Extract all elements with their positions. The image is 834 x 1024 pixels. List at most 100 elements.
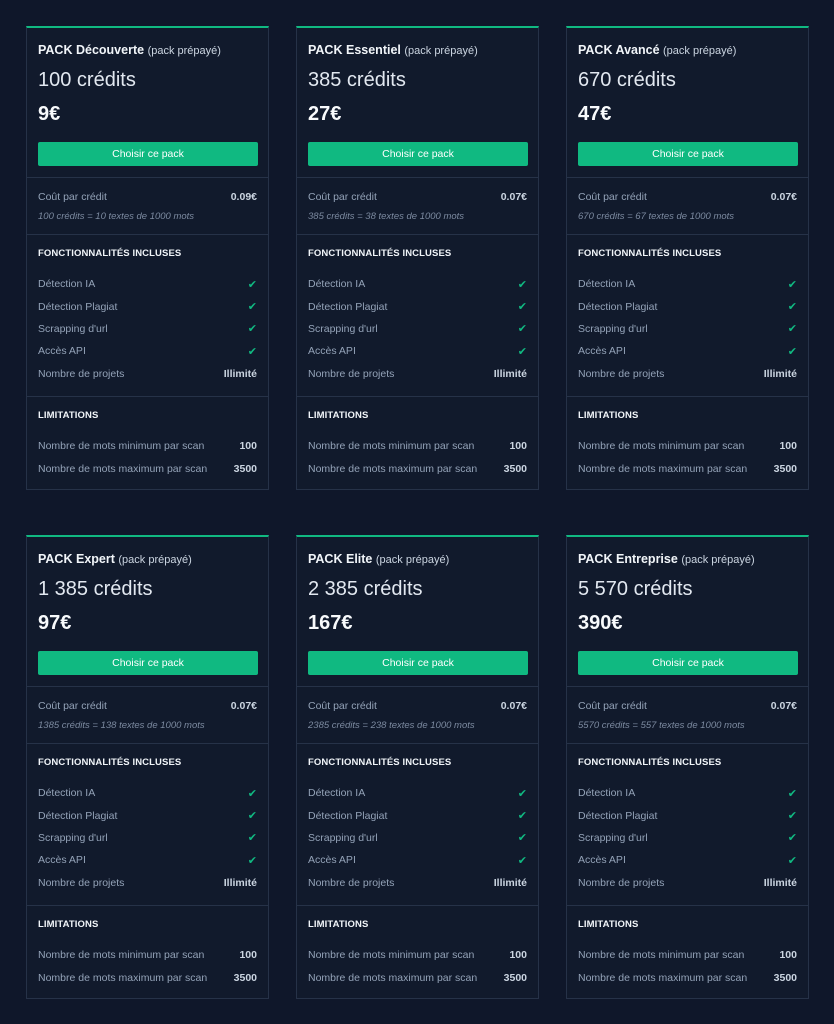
feature-row: Accès API ✔ [308, 849, 527, 871]
feature-row: Détection Plagiat ✔ [578, 804, 797, 826]
check-icon: ✔ [247, 832, 257, 845]
cost-section: Coût par crédit 0.07€ 2385 crédits = 238… [297, 687, 538, 744]
feature-row: Nombre de projets Illimité [38, 363, 257, 385]
features-section: FONCTIONNALITÉS INCLUSES Détection IA ✔ Dé… [297, 235, 538, 397]
pack-name: PACK Elite [308, 552, 373, 566]
pack-title: PACK Essentiel (pack prépayé) [308, 42, 527, 59]
check-icon: ✔ [787, 787, 797, 800]
pack-card: PACK Expert (pack prépayé) 1 385 crédits… [26, 535, 269, 999]
limit-label: Nombre de mots maximum par scan [308, 462, 478, 475]
pack-header: PACK Découverte (pack prépayé) 100 crédi… [27, 28, 268, 178]
choose-pack-button[interactable]: Choisir ce pack [578, 142, 798, 166]
pack-credits: 5 570 crédits [578, 578, 693, 600]
features-title: FONCTIONNALITÉS INCLUSES [38, 248, 182, 259]
feature-row: Détection Plagiat ✔ [308, 295, 527, 317]
pack-name: PACK Avancé [578, 43, 660, 57]
feature-row: Détection IA ✔ [308, 782, 527, 804]
feature-row: Scrapping d'url ✔ [578, 318, 797, 340]
limit-value: 100 [509, 949, 527, 962]
limits-title: LIMITATIONS [308, 410, 369, 421]
choose-pack-button[interactable]: Choisir ce pack [38, 142, 258, 166]
feature-value: Illimité [223, 876, 257, 889]
limit-label: Nombre de mots minimum par scan [38, 440, 205, 453]
cost-value: 0.09€ [230, 191, 257, 203]
choose-pack-button[interactable]: Choisir ce pack [578, 651, 798, 675]
limit-row: Nombre de mots minimum par scan 100 [308, 944, 527, 966]
limit-label: Nombre de mots minimum par scan [308, 440, 475, 453]
limit-row: Nombre de mots minimum par scan 100 [578, 944, 797, 966]
feature-row: Scrapping d'url ✔ [38, 827, 257, 849]
feature-row: Nombre de projets Illimité [38, 872, 257, 894]
choose-pack-button[interactable]: Choisir ce pack [38, 651, 258, 675]
feature-row: Scrapping d'url ✔ [38, 318, 257, 340]
choose-pack-button[interactable]: Choisir ce pack [308, 651, 528, 675]
features-section: FONCTIONNALITÉS INCLUSES Détection IA ✔ Dé… [567, 744, 808, 906]
feature-row: Détection Plagiat ✔ [308, 804, 527, 826]
feature-label: Scrapping d'url [308, 831, 378, 844]
feature-row: Détection Plagiat ✔ [578, 295, 797, 317]
pack-card: PACK Découverte (pack prépayé) 100 crédi… [26, 26, 269, 490]
check-icon: ✔ [247, 854, 257, 867]
check-icon: ✔ [247, 278, 257, 291]
pack-credits: 2 385 crédits [308, 578, 423, 600]
pack-name: PACK Essentiel [308, 43, 401, 57]
limits-section: LIMITATIONS Nombre de mots minimum par s… [27, 906, 268, 1001]
cost-section: Coût par crédit 0.07€ 5570 crédits = 557… [567, 687, 808, 744]
limits-section: LIMITATIONS Nombre de mots minimum par s… [567, 906, 808, 1001]
cost-note: 2385 crédits = 238 textes de 1000 mots [308, 720, 475, 731]
check-icon: ✔ [517, 810, 527, 823]
check-icon: ✔ [247, 301, 257, 314]
feature-row: Nombre de projets Illimité [578, 872, 797, 894]
feature-row: Scrapping d'url ✔ [578, 827, 797, 849]
pack-title: PACK Avancé (pack prépayé) [578, 42, 797, 59]
pack-credits: 1 385 crédits [38, 578, 153, 600]
pack-header: PACK Avancé (pack prépayé) 670 crédits 4… [567, 28, 808, 178]
cost-value: 0.07€ [500, 700, 527, 712]
feature-label: Détection IA [578, 787, 636, 800]
pack-name: PACK Entreprise [578, 552, 678, 566]
limit-value: 100 [509, 440, 527, 453]
limit-label: Nombre de mots maximum par scan [578, 462, 748, 475]
feature-label: Accès API [308, 345, 356, 358]
feature-label: Nombre de projets [308, 876, 395, 889]
cost-value: 0.07€ [500, 191, 527, 203]
feature-value: Illimité [763, 876, 797, 889]
feature-label: Scrapping d'url [308, 322, 378, 335]
pack-name: PACK Expert [38, 552, 115, 566]
check-icon: ✔ [787, 854, 797, 867]
pack-title: PACK Entreprise (pack prépayé) [578, 551, 797, 568]
feature-value: Illimité [223, 367, 257, 380]
features-title: FONCTIONNALITÉS INCLUSES [578, 757, 722, 768]
limit-label: Nombre de mots maximum par scan [308, 971, 478, 984]
pack-price: 27€ [308, 103, 342, 125]
check-icon: ✔ [247, 345, 257, 358]
cost-value: 0.07€ [770, 700, 797, 712]
feature-row: Détection IA ✔ [308, 273, 527, 295]
limit-row: Nombre de mots maximum par scan 3500 [38, 457, 257, 479]
limit-label: Nombre de mots maximum par scan [38, 462, 208, 475]
choose-pack-button[interactable]: Choisir ce pack [308, 142, 528, 166]
feature-label: Nombre de projets [38, 367, 125, 380]
limit-value: 3500 [773, 462, 797, 475]
check-icon: ✔ [517, 832, 527, 845]
pack-type: (pack prépayé) [681, 554, 755, 566]
feature-label: Scrapping d'url [38, 322, 108, 335]
feature-label: Détection Plagiat [578, 300, 658, 313]
feature-row: Scrapping d'url ✔ [308, 827, 527, 849]
pack-price: 47€ [578, 103, 612, 125]
limit-row: Nombre de mots minimum par scan 100 [38, 944, 257, 966]
limit-value: 3500 [503, 462, 527, 475]
feature-row: Accès API ✔ [578, 849, 797, 871]
limit-label: Nombre de mots maximum par scan [578, 971, 748, 984]
pack-card: PACK Avancé (pack prépayé) 670 crédits 4… [566, 26, 809, 490]
pack-price: 9€ [38, 103, 61, 125]
pack-credits: 385 crédits [308, 69, 406, 91]
limit-row: Nombre de mots minimum par scan 100 [38, 435, 257, 457]
feature-label: Détection Plagiat [308, 300, 388, 313]
pack-price: 97€ [38, 612, 72, 634]
check-icon: ✔ [787, 810, 797, 823]
pack-credits: 670 crédits [578, 69, 676, 91]
feature-row: Détection IA ✔ [578, 782, 797, 804]
cost-value: 0.07€ [770, 191, 797, 203]
feature-label: Nombre de projets [578, 367, 665, 380]
